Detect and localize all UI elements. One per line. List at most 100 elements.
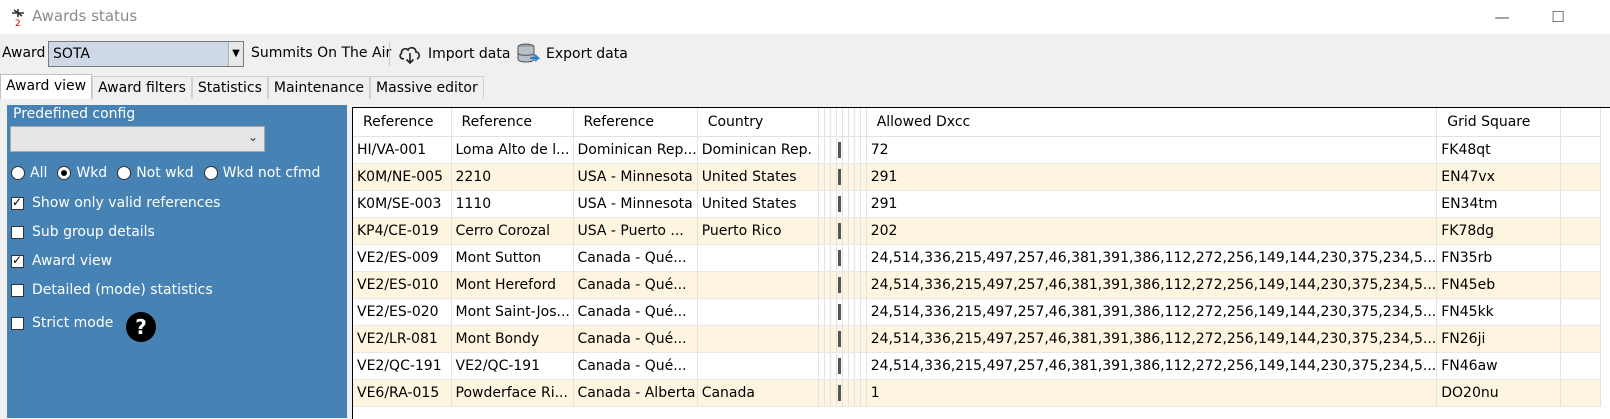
cell-reference-region[interactable]: Canada - Alberta xyxy=(573,379,698,407)
cell-reference-name[interactable]: VE2/QC-191 xyxy=(451,352,574,380)
cell-country[interactable] xyxy=(697,325,819,353)
cell-reference[interactable]: VE2/ES-020 xyxy=(353,298,452,326)
cell-reference-region[interactable]: USA - Minnesota xyxy=(573,163,698,191)
import-data-button[interactable]: Import data xyxy=(398,40,510,68)
maximize-button[interactable]: ☐ xyxy=(1541,4,1575,30)
cell-allowed-dxcc[interactable]: 24,514,336,215,497,257,46,381,391,386,11… xyxy=(866,352,1438,380)
column-header-reference-name[interactable]: Reference xyxy=(451,108,574,137)
table-row[interactable]: VE2/ES-020 Mont Saint-Jos... Canada - Qué.… xyxy=(353,298,1602,326)
tab-statistics[interactable]: Statistics xyxy=(191,76,268,99)
cell-reference[interactable]: KP4/CE-019 xyxy=(353,217,452,245)
cell-reference[interactable]: VE2/ES-010 xyxy=(353,271,452,299)
table-row[interactable]: VE2/QC-191 VE2/QC-191 Canada - Qué... 24,51… xyxy=(353,352,1602,380)
tab-award-filters[interactable]: Award filters xyxy=(92,76,192,99)
cell-reference[interactable]: VE6/RA-015 xyxy=(353,379,452,407)
cell-reference-name[interactable]: 2210 xyxy=(451,163,574,191)
cell-reference[interactable]: K0M/SE-003 xyxy=(353,190,452,218)
cell-reference-region[interactable]: USA - Puerto ... xyxy=(573,217,698,245)
table-row[interactable]: K0M/SE-003 1110 USA - Minnesota United Stat… xyxy=(353,190,1602,218)
cell-reference-name[interactable]: 1110 xyxy=(451,190,574,218)
radio-not-wkd[interactable]: Not wkd xyxy=(117,165,194,181)
cell-country[interactable] xyxy=(697,352,819,380)
cell-reference[interactable]: HI/VA-001 xyxy=(353,136,452,164)
checkbox-award-view[interactable]: Award view xyxy=(11,253,112,269)
cell-allowed-dxcc[interactable]: 24,514,336,215,497,257,46,381,391,386,11… xyxy=(866,298,1438,326)
checkbox-detailed-mode-statistics[interactable]: Detailed (mode) statistics xyxy=(11,282,213,298)
cell-grid-square[interactable]: FN46aw xyxy=(1436,352,1562,380)
column-header-reference[interactable]: Reference xyxy=(353,108,452,137)
column-header-allowed-dxcc[interactable]: Allowed Dxcc xyxy=(866,108,1438,137)
cell-reference[interactable]: VE2/QC-191 xyxy=(353,352,452,380)
cell-country[interactable]: United States xyxy=(697,163,819,191)
checkbox-strict-mode[interactable]: Strict mode xyxy=(11,315,113,331)
cell-allowed-dxcc[interactable]: 291 xyxy=(866,163,1438,191)
cell-country[interactable]: Canada xyxy=(697,379,819,407)
cell-reference[interactable]: VE2/ES-009 xyxy=(353,244,452,272)
table-row[interactable]: VE2/ES-009 Mont Sutton Canada - Qué... 24,5… xyxy=(353,244,1602,272)
cell-allowed-dxcc[interactable]: 24,514,336,215,497,257,46,381,391,386,11… xyxy=(866,244,1438,272)
cell-grid-square[interactable]: DO20nu xyxy=(1436,379,1562,407)
cell-reference-region[interactable]: Dominican Rep... xyxy=(573,136,698,164)
checkbox-sub-group-details[interactable]: Sub group details xyxy=(11,224,155,240)
cell-allowed-dxcc[interactable]: 1 xyxy=(866,379,1438,407)
cell-reference[interactable]: K0M/NE-005 xyxy=(353,163,452,191)
table-row[interactable]: K0M/NE-005 2210 USA - Minnesota United Stat… xyxy=(353,163,1602,191)
export-data-button[interactable]: Export data xyxy=(516,40,628,68)
award-select[interactable]: SOTA ▼ xyxy=(48,41,244,67)
cell-country[interactable]: Puerto Rico xyxy=(697,217,819,245)
checkbox-show-only-valid-references[interactable]: Show only valid references xyxy=(11,195,220,211)
cell-grid-square[interactable]: FK78dg xyxy=(1436,217,1562,245)
tab-maintenance[interactable]: Maintenance xyxy=(267,76,371,99)
radio-wkd[interactable]: Wkd xyxy=(57,165,107,181)
cell-allowed-dxcc[interactable]: 291 xyxy=(866,190,1438,218)
table-row[interactable]: VE6/RA-015 Powderface Ri... Canada - Alber… xyxy=(353,379,1602,407)
column-header-grid-square[interactable]: Grid Square xyxy=(1436,108,1562,137)
cell-allowed-dxcc[interactable]: 24,514,336,215,497,257,46,381,391,386,11… xyxy=(866,271,1438,299)
cell-country[interactable] xyxy=(697,244,819,272)
cell-allowed-dxcc[interactable]: 72 xyxy=(866,136,1438,164)
table-row[interactable]: HI/VA-001 Loma Alto de l... Dominican Rep.… xyxy=(353,136,1602,164)
table-row[interactable]: VE2/LR-081 Mont Bondy Canada - Qué... 24,51… xyxy=(353,325,1602,353)
cell-reference-region[interactable]: Canada - Qué... xyxy=(573,298,698,326)
chevron-down-icon[interactable]: ▼ xyxy=(228,42,243,66)
help-icon[interactable]: ? xyxy=(126,312,156,342)
cell-grid-square[interactable]: FN26ji xyxy=(1436,325,1562,353)
cell-grid-square[interactable]: EN47vx xyxy=(1436,163,1562,191)
radio-all[interactable]: All xyxy=(11,165,47,181)
cell-country[interactable] xyxy=(697,271,819,299)
cell-grid-square[interactable]: FN45eb xyxy=(1436,271,1562,299)
cell-reference[interactable]: VE2/LR-081 xyxy=(353,325,452,353)
cell-grid-square[interactable]: EN34tm xyxy=(1436,190,1562,218)
table-row[interactable]: KP4/CE-019 Cerro Corozal USA - Puerto ... P… xyxy=(353,217,1602,245)
column-header-reference-region[interactable]: Reference xyxy=(573,108,698,137)
table-row[interactable]: VE2/ES-010 Mont Hereford Canada - Qué... 24… xyxy=(353,271,1602,299)
cell-country[interactable] xyxy=(697,298,819,326)
cell-reference-name[interactable]: Mont Hereford xyxy=(451,271,574,299)
cell-grid-square[interactable]: FN45kk xyxy=(1436,298,1562,326)
cell-overflow xyxy=(1560,379,1602,407)
cell-reference-region[interactable]: Canada - Qué... xyxy=(573,271,698,299)
column-header-overflow[interactable] xyxy=(1560,108,1602,137)
minimize-button[interactable]: — xyxy=(1485,4,1519,30)
cell-reference-region[interactable]: USA - Minnesota xyxy=(573,190,698,218)
cell-reference-name[interactable]: Loma Alto de l... xyxy=(451,136,574,164)
predefined-config-select[interactable]: ⌄ xyxy=(10,126,265,152)
cell-country[interactable]: United States xyxy=(697,190,819,218)
tab-award-view[interactable]: Award view xyxy=(0,74,93,99)
cell-grid-square[interactable]: FN35rb xyxy=(1436,244,1562,272)
column-header-country[interactable]: Country xyxy=(697,108,819,137)
cell-reference-name[interactable]: Cerro Corozal xyxy=(451,217,574,245)
tab-massive-editor[interactable]: Massive editor xyxy=(370,76,484,99)
cell-reference-name[interactable]: Mont Saint-Jos... xyxy=(451,298,574,326)
cell-allowed-dxcc[interactable]: 202 xyxy=(866,217,1438,245)
cell-reference-region[interactable]: Canada - Qué... xyxy=(573,244,698,272)
cell-reference-region[interactable]: Canada - Qué... xyxy=(573,352,698,380)
cell-grid-square[interactable]: FK48qt xyxy=(1436,136,1562,164)
cell-reference-name[interactable]: Powderface Ri... xyxy=(451,379,574,407)
cell-allowed-dxcc[interactable]: 24,514,336,215,497,257,46,381,391,386,11… xyxy=(866,325,1438,353)
cell-reference-region[interactable]: Canada - Qué... xyxy=(573,325,698,353)
cell-reference-name[interactable]: Mont Bondy xyxy=(451,325,574,353)
cell-country[interactable]: Dominican Rep. xyxy=(697,136,819,164)
cell-reference-name[interactable]: Mont Sutton xyxy=(451,244,574,272)
radio-wkd-not-cfmd[interactable]: Wkd not cfmd xyxy=(203,165,320,181)
